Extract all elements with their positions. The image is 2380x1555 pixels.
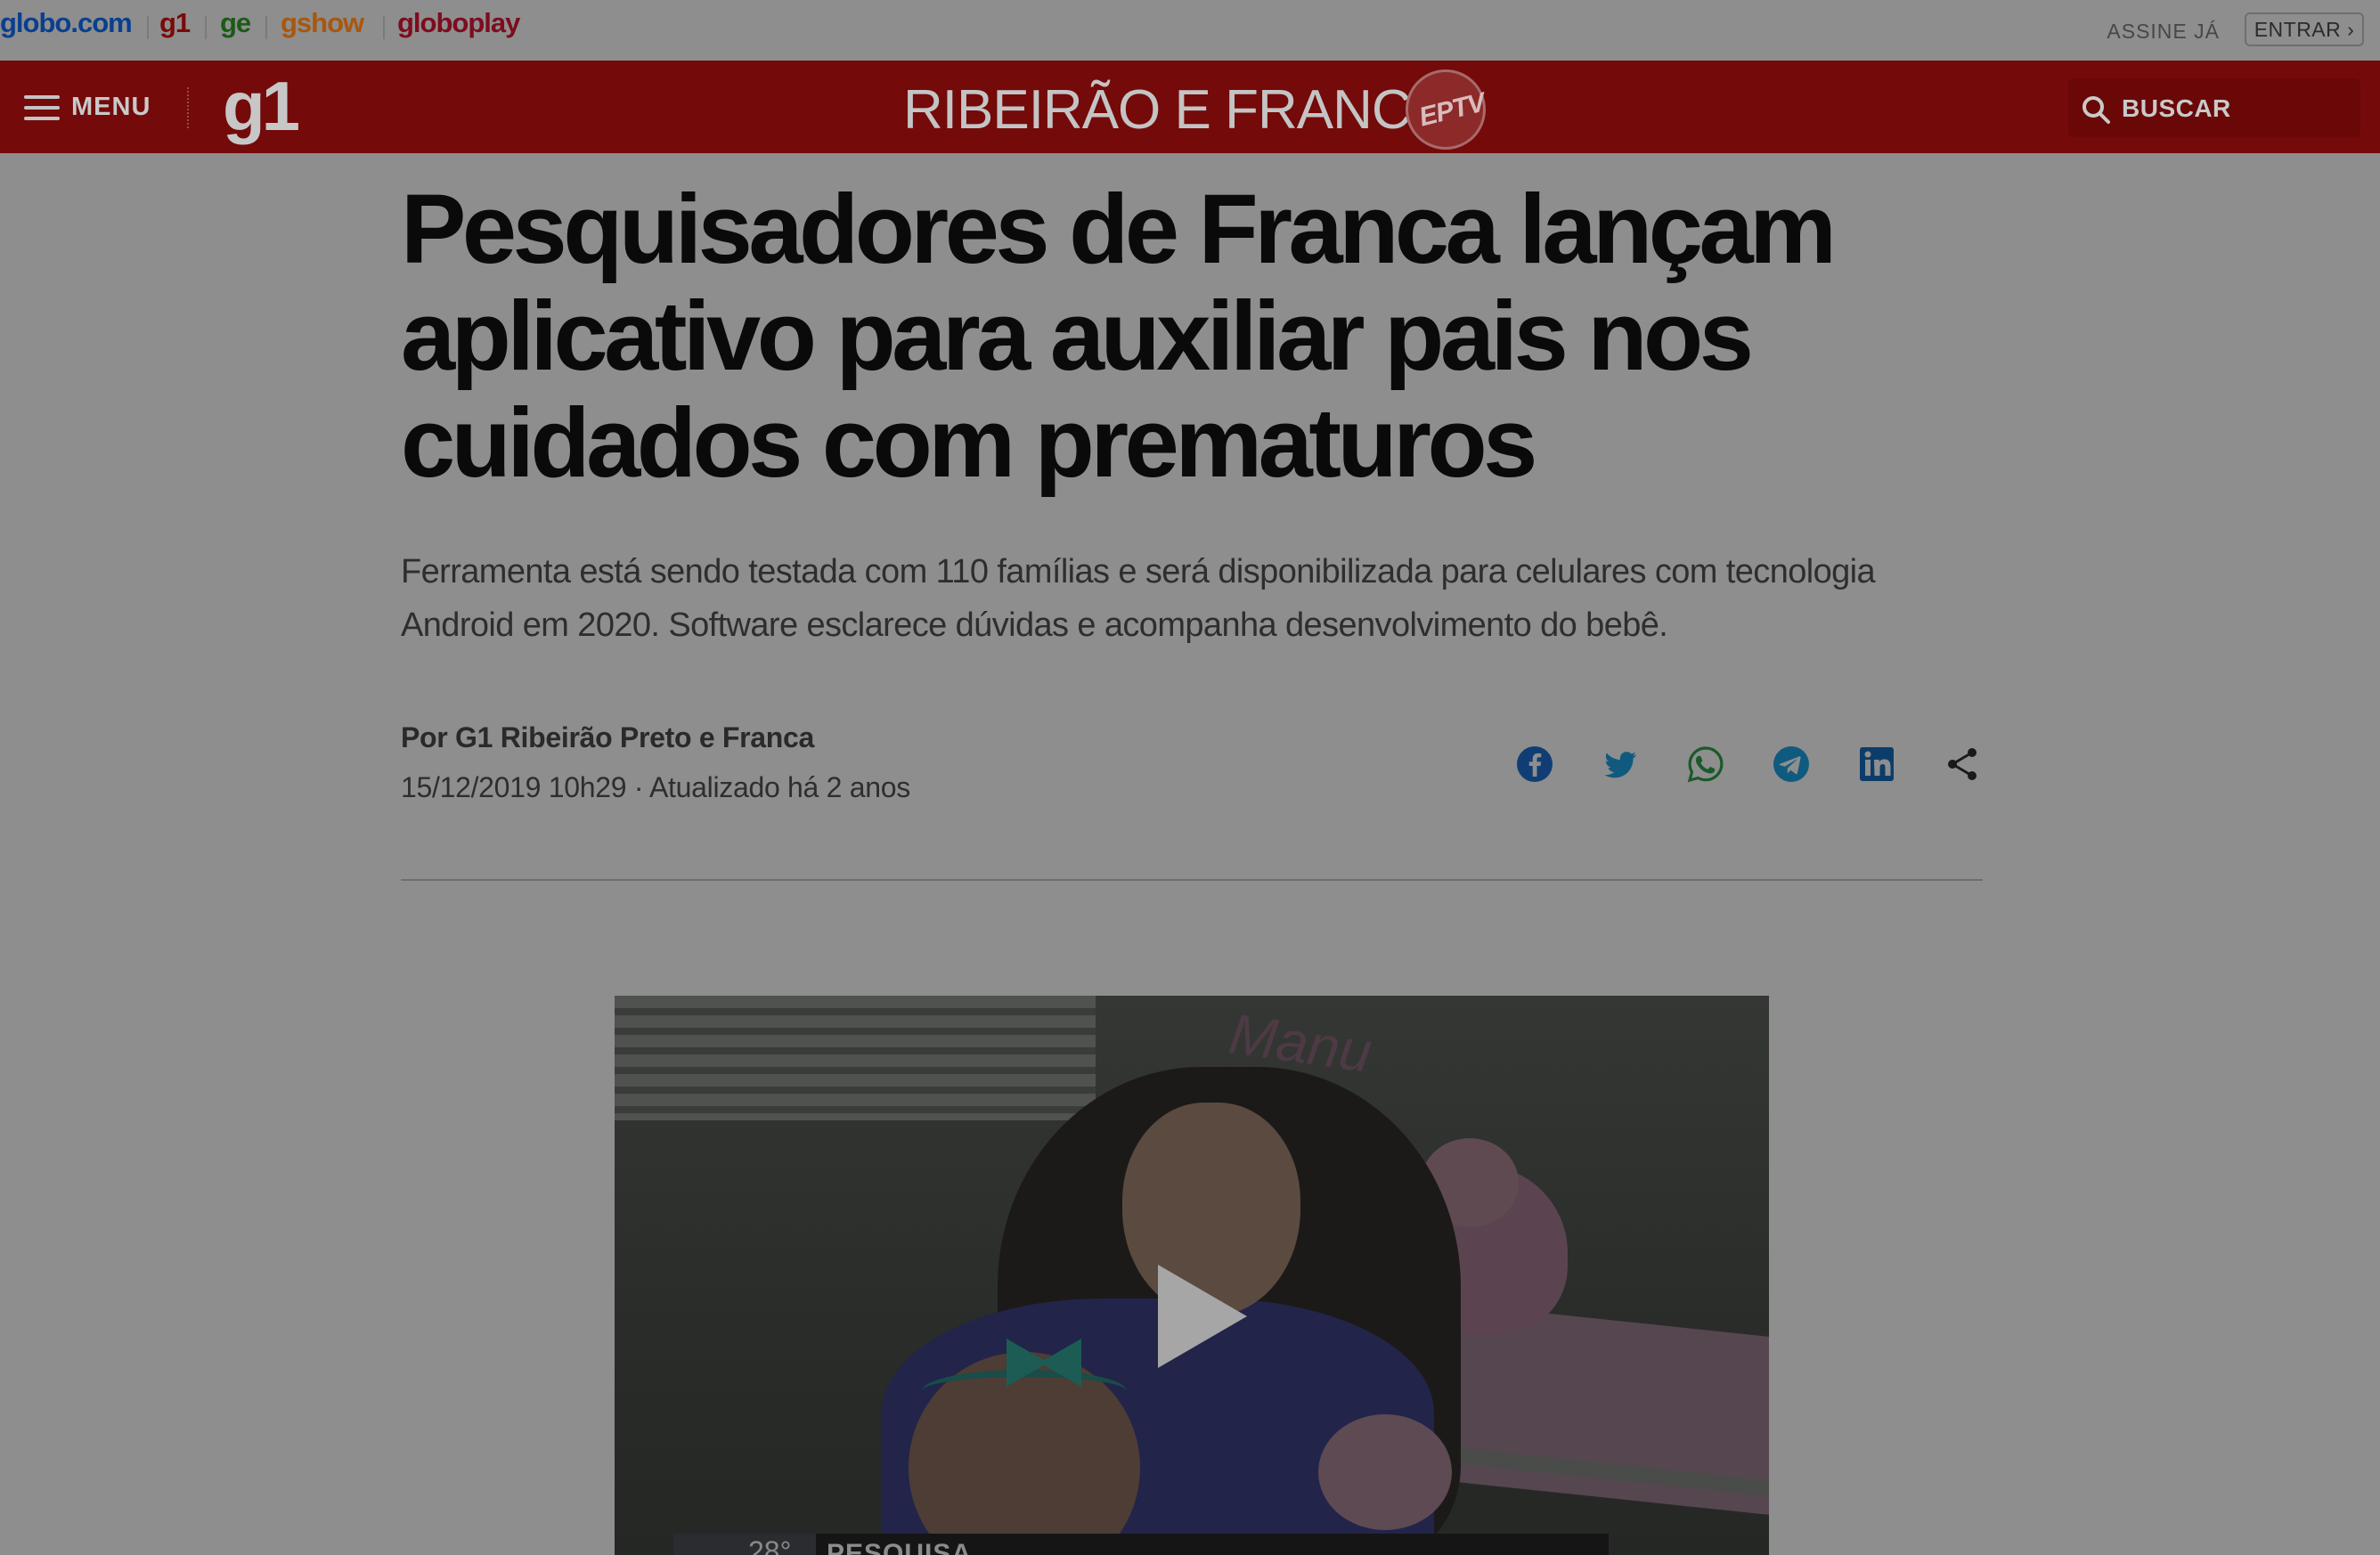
share-more-button[interactable]	[1943, 745, 1982, 784]
video-player[interactable]: Manu 28° PESQUISA	[615, 996, 1769, 1555]
share-facebook-button[interactable]	[1515, 745, 1554, 784]
site-header: MENU g1 RIBEIRÃO E FRANCA EPTV BUSCAR	[0, 61, 2380, 153]
video-knitted-hat	[1318, 1414, 1452, 1530]
search-button[interactable]: BUSCAR	[2068, 78, 2360, 137]
whatsapp-icon	[1687, 746, 1724, 783]
globo-network-bar: globo.com g1 ge gshow globoplay ASSINE J…	[0, 0, 2380, 61]
globo-com-link[interactable]: globo.com	[0, 7, 133, 39]
divider	[383, 16, 385, 39]
linkedin-icon	[1860, 747, 1894, 781]
weather-widget: 28°	[673, 1534, 816, 1555]
play-icon[interactable]	[1158, 1265, 1247, 1368]
article-byline: Por G1 Ribeirão Preto e Franca	[401, 721, 815, 753]
divider	[265, 16, 267, 39]
divider	[147, 16, 149, 39]
facebook-icon	[1517, 746, 1553, 782]
menu-button-label[interactable]: MENU	[71, 93, 151, 122]
login-button[interactable]: ENTRAR ›	[2245, 12, 2364, 46]
header-divider-rule	[401, 879, 1983, 881]
ge-link[interactable]: ge	[220, 7, 251, 39]
lower-third-caption: PESQUISA	[827, 1539, 973, 1555]
eptv-logo[interactable]: EPTV	[1406, 69, 1488, 150]
subscribe-link[interactable]: ASSINE JÁ	[2107, 20, 2220, 44]
share-icon	[1948, 748, 1977, 780]
video-lower-third: 28° PESQUISA	[673, 1534, 1609, 1555]
g1-logo[interactable]: g1	[223, 66, 300, 147]
weather-temperature: 28°	[748, 1535, 792, 1555]
globoplay-link[interactable]: globoplay	[397, 7, 520, 39]
search-icon	[2082, 96, 2110, 124]
share-whatsapp-button[interactable]	[1686, 745, 1725, 784]
telegram-icon	[1773, 746, 1809, 782]
article-title: Pesquisadores de Franca lançam aplicativ…	[401, 175, 1837, 498]
divider	[205, 16, 207, 39]
region-title[interactable]: RIBEIRÃO E FRANCA	[903, 78, 1447, 142]
share-linkedin-button[interactable]	[1857, 745, 1896, 784]
twitter-icon	[1604, 752, 1637, 778]
video-background-window	[615, 996, 1096, 1120]
header-divider	[187, 87, 189, 128]
article-subtitle: Ferramenta está sendo testada com 110 fa…	[401, 553, 1876, 644]
search-label: BUSCAR	[2122, 94, 2231, 122]
eptv-logo-text: EPTV	[1415, 87, 1488, 133]
share-twitter-button[interactable]	[1601, 745, 1640, 784]
gshow-link[interactable]: gshow	[281, 7, 364, 39]
article-dateline: 15/12/2019 10h29 · Atualizado há 2 anos	[401, 771, 910, 803]
share-telegram-button[interactable]	[1772, 745, 1811, 784]
g1-link[interactable]: g1	[159, 7, 191, 39]
hamburger-menu-icon[interactable]	[24, 95, 60, 120]
